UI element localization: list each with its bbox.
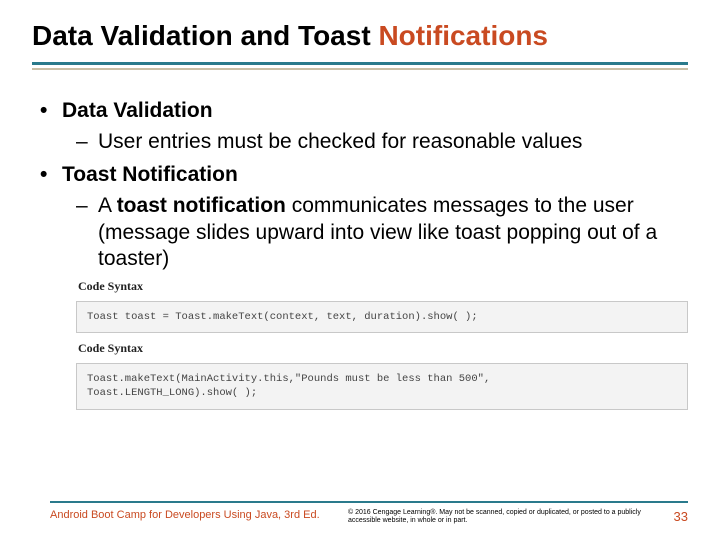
bullet-toast: • Toast Notification (40, 162, 688, 189)
footer-divider (50, 501, 688, 503)
slide-title: Data Validation and Toast Notifications (32, 20, 688, 52)
code-box: Toast toast = Toast.makeText(context, te… (76, 301, 688, 334)
footer-copyright: © 2016 Cengage Learning®. May not be sca… (348, 509, 644, 527)
footer-row: Android Boot Camp for Developers Using J… (50, 509, 688, 527)
code-label: Code Syntax (78, 341, 688, 356)
bullet-heading: Toast Notification (62, 162, 238, 189)
dash-marker: – (76, 129, 98, 156)
title-text-accent: Notifications (378, 20, 548, 51)
code-box: Toast.makeText(MainActivity.this,"Pounds… (76, 363, 688, 410)
content-area: • Data Validation – User entries must be… (32, 98, 688, 410)
bullet-marker: • (40, 162, 62, 189)
footer-book-title: Android Boot Camp for Developers Using J… (50, 509, 330, 521)
slide: Data Validation and Toast Notifications … (0, 0, 720, 540)
code-syntax-block-1: Code Syntax Toast toast = Toast.makeText… (76, 279, 688, 333)
slide-footer: Android Boot Camp for Developers Using J… (50, 501, 688, 527)
divider-tan (32, 68, 688, 70)
subbullet-text: A toast notification communicates messag… (98, 193, 688, 274)
bullet-data-validation: • Data Validation (40, 98, 688, 125)
title-text-plain: Data Validation and Toast (32, 20, 378, 51)
page-number: 33 (674, 509, 688, 524)
subbullet-data-validation: – User entries must be checked for reaso… (76, 129, 688, 156)
divider-teal (32, 62, 688, 65)
subbullet-toast: – A toast notification communicates mess… (76, 193, 688, 274)
text-bold: toast notification (117, 194, 286, 217)
code-syntax-block-2: Code Syntax Toast.makeText(MainActivity.… (76, 341, 688, 410)
bullet-heading: Data Validation (62, 98, 213, 125)
dash-marker: – (76, 193, 98, 274)
code-label: Code Syntax (78, 279, 688, 294)
subbullet-text: User entries must be checked for reasona… (98, 129, 582, 156)
text-prefix: A (98, 194, 117, 217)
bullet-marker: • (40, 98, 62, 125)
